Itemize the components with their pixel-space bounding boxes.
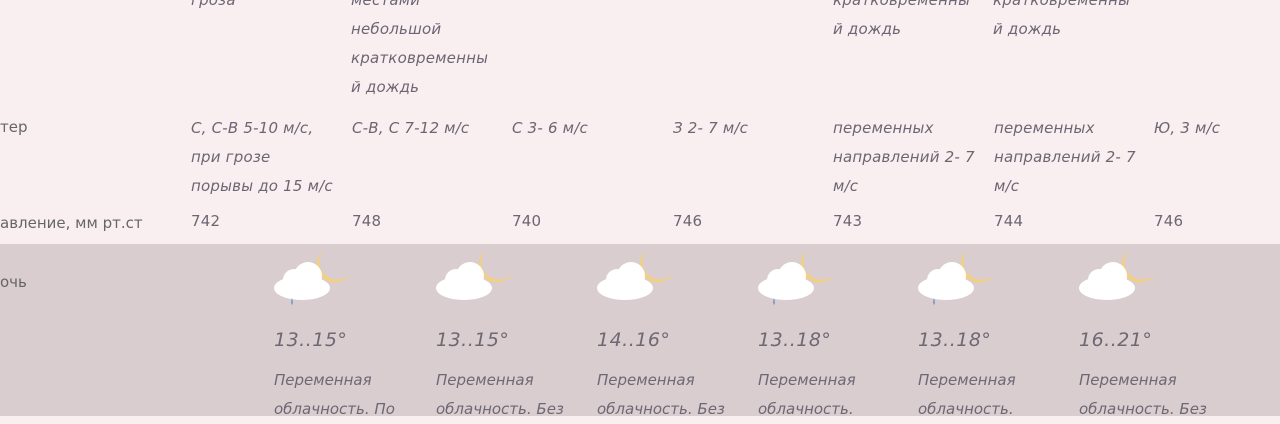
night-temp-3: 14..16° [597,329,671,351]
wind-value-1-line2: при грозе [191,148,271,166]
top-fragment-col6-line1: кратковременны [993,0,1131,9]
wind-value-5-line1: переменных [833,119,934,137]
moon-cloud-icon [597,250,673,300]
pressure-value-1: 742 [191,212,221,230]
wind-value-1-line3: порывы до 15 м/с [191,177,333,195]
night-temp-2: 13..15° [436,329,510,351]
moon-cloud-rain-icon [274,250,350,305]
wind-value-6-line3: м/с [994,177,1020,195]
top-fragment-col1: гроза [191,0,236,9]
night-temp-6: 16..21° [1079,329,1153,351]
night-temp-5: 13..18° [918,329,992,351]
pressure-row-label: авление, мм рт.ст [0,214,143,232]
night-temp-4: 13..18° [758,329,832,351]
wind-value-6-line2: направлений 2- 7 [994,148,1136,166]
night-desc-2-line1: Переменная [436,371,534,389]
top-fragment-col2-line4: й дождь [351,78,420,96]
night-desc-6-line2: облачность. Без [1079,400,1207,418]
top-fragment-col2-line1: местами [351,0,421,9]
night-desc-2-line2: облачность. Без [436,400,564,418]
night-desc-3-line1: Переменная [597,371,695,389]
pressure-value-4: 746 [673,212,703,230]
wind-row-label: тер [0,118,28,136]
pressure-value-7: 746 [1154,212,1184,230]
night-desc-1-line1: Переменная [274,371,372,389]
night-desc-4-line2: облачность. [758,400,854,418]
pressure-value-3: 740 [512,212,542,230]
pressure-value-2: 748 [352,212,382,230]
moon-cloud-rain-icon [918,250,994,305]
top-fragment-col2-line2: небольшой [351,20,442,38]
moon-cloud-icon [1079,250,1155,300]
night-desc-5-line1: Переменная [918,371,1016,389]
wind-value-5-line2: направлений 2- 7 [833,148,975,166]
wind-value-2: С-В, С 7-12 м/с [352,119,470,137]
night-desc-4-line1: Переменная [758,371,856,389]
night-desc-3-line2: облачность. Без [597,400,725,418]
top-fragment-col5-line1: кратковременны [833,0,971,9]
top-fragment-col2-line3: кратковременны [351,49,489,67]
night-row-label: очь [0,273,27,291]
wind-value-1-line1: С, С-В 5-10 м/с, [191,119,314,137]
night-desc-5-line2: облачность. [918,400,1014,418]
wind-value-7: Ю, 3 м/с [1154,119,1221,137]
top-fragment-col5-line2: й дождь [833,20,902,38]
top-fragment-col6-line2: й дождь [993,20,1062,38]
pressure-value-5: 743 [833,212,863,230]
wind-value-5-line3: м/с [833,177,859,195]
moon-cloud-icon [436,250,512,300]
night-desc-6-line1: Переменная [1079,371,1177,389]
night-desc-1-line2: облачность. По [274,400,395,418]
moon-cloud-rain-icon [758,250,834,305]
wind-value-4: З 2- 7 м/с [673,119,749,137]
wind-value-6-line1: переменных [994,119,1095,137]
night-temp-1: 13..15° [274,329,348,351]
wind-value-3: С 3- 6 м/с [512,119,588,137]
pressure-value-6: 744 [994,212,1024,230]
